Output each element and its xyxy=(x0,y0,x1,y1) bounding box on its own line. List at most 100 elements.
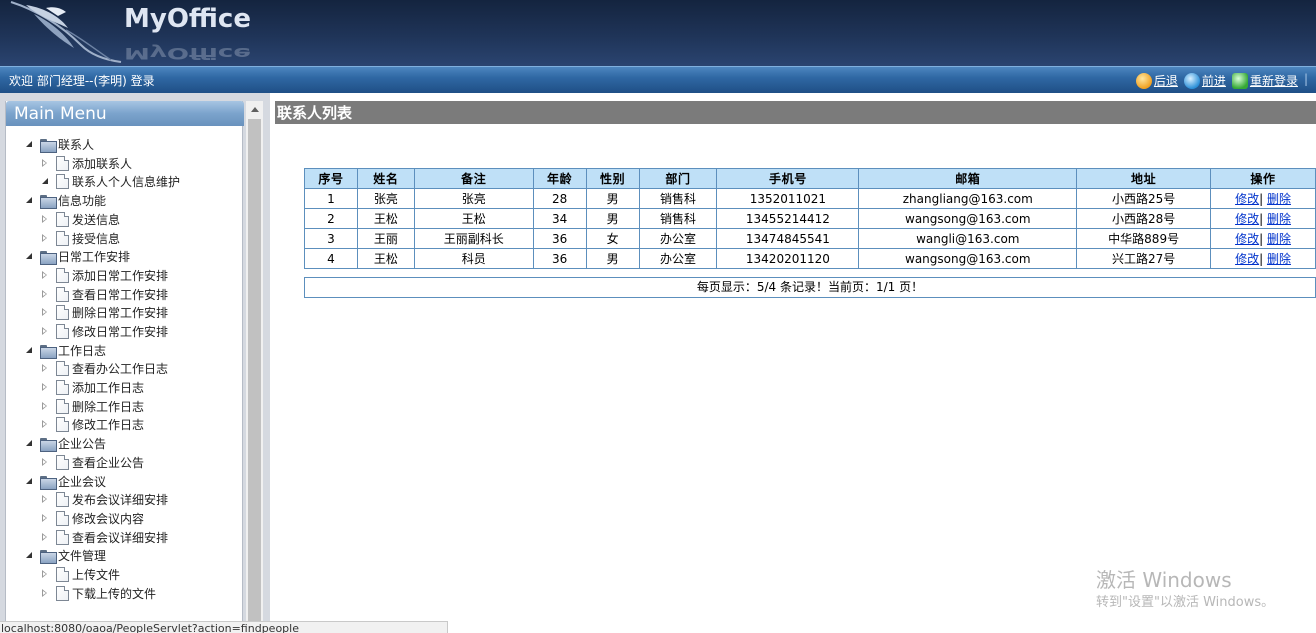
collapsed-arrow-icon[interactable] xyxy=(42,327,48,335)
menu-item[interactable]: 查看企业公告 xyxy=(42,453,144,471)
scroll-up-arrow-icon[interactable] xyxy=(246,101,263,118)
cell-department: 销售科 xyxy=(638,188,718,209)
menu-item[interactable]: 添加工作日志 xyxy=(42,378,144,396)
welcome-text: 欢迎 部门经理--(李明) 登录 xyxy=(9,74,155,88)
menu-item[interactable]: 查看办公工作日志 xyxy=(42,359,168,377)
edit-link[interactable]: 修改 xyxy=(1235,192,1259,206)
app-header: MyOffice MyOffice xyxy=(0,0,1316,66)
cell-actions: 修改| 删除 xyxy=(1210,208,1316,229)
collapsed-arrow-icon[interactable] xyxy=(42,589,48,597)
menu-item-label: 添加日常工作安排 xyxy=(72,268,169,283)
menu-item[interactable]: 修改工作日志 xyxy=(42,415,144,433)
menu-group[interactable]: 日常工作安排 xyxy=(26,247,130,265)
page-icon xyxy=(56,286,69,302)
menu-item[interactable]: 发送信息 xyxy=(42,210,120,228)
menu-item[interactable]: 下载上传的文件 xyxy=(42,584,156,602)
menu-item[interactable]: 删除工作日志 xyxy=(42,397,144,415)
delete-link[interactable]: 删除 xyxy=(1267,232,1291,246)
menu-item-label: 删除日常工作安排 xyxy=(72,305,169,320)
menu-item[interactable]: 联系人个人信息维护 xyxy=(42,172,180,190)
menu-group[interactable]: 信息功能 xyxy=(26,191,106,209)
table-row: 3 王丽 王丽副科长 36 女办公室 13474845541 wangli@163.com 中… xyxy=(304,228,1316,249)
main-menu-title: Main Menu xyxy=(6,101,244,126)
back-link[interactable]: 后退 xyxy=(1135,72,1178,89)
collapsed-arrow-icon[interactable] xyxy=(42,514,48,522)
collapsed-arrow-icon[interactable] xyxy=(42,290,48,298)
page-icon xyxy=(56,155,69,171)
page-icon xyxy=(56,510,69,526)
sidebar-scrollbar[interactable] xyxy=(246,101,263,633)
menu-item[interactable]: 查看日常工作安排 xyxy=(42,285,168,303)
collapsed-arrow-icon[interactable] xyxy=(42,234,48,242)
folder-icon xyxy=(40,475,57,490)
action-separator: | xyxy=(1259,232,1264,246)
collapsed-arrow-icon[interactable] xyxy=(42,402,48,410)
cell-remark: 科员 xyxy=(413,248,534,269)
edit-link[interactable]: 修改 xyxy=(1235,212,1259,226)
collapsed-arrow-icon[interactable] xyxy=(42,458,48,466)
menu-group[interactable]: 工作日志 xyxy=(26,341,106,359)
expanded-arrow-icon[interactable] xyxy=(26,141,32,147)
action-separator: | xyxy=(1259,252,1264,266)
delete-link[interactable]: 删除 xyxy=(1267,212,1291,226)
activation-watermark-title: 激活 Windows xyxy=(1096,568,1232,592)
expanded-arrow-icon[interactable] xyxy=(26,478,32,484)
cell-name: 王松 xyxy=(356,208,415,229)
collapsed-arrow-icon[interactable] xyxy=(42,495,48,503)
edit-link[interactable]: 修改 xyxy=(1235,252,1259,266)
menu-group[interactable]: 企业公告 xyxy=(26,434,106,452)
relogin-link[interactable]: 重新登录 xyxy=(1231,72,1298,89)
menu-item[interactable]: 上传文件 xyxy=(42,565,120,583)
collapsed-arrow-icon[interactable] xyxy=(42,215,48,223)
cell-gender: 男 xyxy=(585,188,640,209)
collapsed-arrow-icon[interactable] xyxy=(42,420,48,428)
page-icon xyxy=(56,323,69,339)
expanded-arrow-icon[interactable] xyxy=(26,253,32,259)
menu-item[interactable]: 修改日常工作安排 xyxy=(42,322,168,340)
cell-mobile: 13420201120 xyxy=(716,248,860,269)
menu-item[interactable]: 接受信息 xyxy=(42,229,120,247)
menu-item[interactable]: 修改会议内容 xyxy=(42,509,144,527)
collapsed-arrow-icon[interactable] xyxy=(42,383,48,391)
edit-link[interactable]: 修改 xyxy=(1235,232,1259,246)
expanded-arrow-icon[interactable] xyxy=(26,552,32,558)
sidebar: Main Menu 联系人 添加联系人 联系人个人信息维护 信息功能发送信息接受信息日… xyxy=(0,93,270,633)
collapsed-arrow-icon[interactable] xyxy=(42,308,48,316)
forward-link[interactable]: 前进 xyxy=(1183,72,1226,89)
delete-link[interactable]: 删除 xyxy=(1267,192,1291,206)
cell-mobile: 1352011021 xyxy=(716,188,860,209)
main-menu-panel: Main Menu 联系人 添加联系人 联系人个人信息维护 信息功能发送信息接受信息日… xyxy=(5,101,244,633)
nav-links: 后退 前进 重新登录 | xyxy=(1135,72,1308,89)
menu-item[interactable]: 添加日常工作安排 xyxy=(42,266,168,284)
page-icon xyxy=(56,585,69,601)
menu-item[interactable]: 发布会议详细安排 xyxy=(42,490,168,508)
col-header-index: 序号 xyxy=(304,168,358,189)
menu-group[interactable]: 企业会议 xyxy=(26,472,106,490)
page-icon xyxy=(56,566,69,582)
delete-link[interactable]: 删除 xyxy=(1267,252,1291,266)
expanded-arrow-icon[interactable] xyxy=(26,197,32,203)
collapsed-arrow-icon[interactable] xyxy=(42,570,48,578)
collapsed-arrow-icon[interactable] xyxy=(42,364,48,372)
collapsed-arrow-icon[interactable] xyxy=(42,159,48,167)
contacts-table: 序号 姓名 备注 年龄 性别 部门 手机号 邮箱 地址 操作 1 张亮 张亮 28 男销… xyxy=(304,168,1316,269)
nav-separator: | xyxy=(1303,72,1308,86)
pagination-info: 每页显示：5/4 条记录！当前页：1/1 页！ xyxy=(304,277,1316,298)
forward-label: 前进 xyxy=(1201,74,1226,88)
cell-email: wangsong@163.com xyxy=(858,248,1078,269)
menu-item-label: 发送信息 xyxy=(72,212,121,227)
menu-item[interactable]: 添加联系人 xyxy=(42,154,132,172)
cell-name: 王松 xyxy=(356,248,415,269)
menu-item[interactable]: 删除日常工作安排 xyxy=(42,303,168,321)
top-nav-bar: 欢迎 部门经理--(李明) 登录 后退 前进 重新登录 | xyxy=(0,66,1316,93)
menu-group[interactable]: 联系人 xyxy=(26,135,94,153)
scrollbar-thumb[interactable] xyxy=(248,119,261,629)
menu-group[interactable]: 文件管理 xyxy=(26,546,106,564)
menu-item[interactable]: 查看会议详细安排 xyxy=(42,528,168,546)
cell-index: 2 xyxy=(304,208,358,229)
collapsed-arrow-icon[interactable] xyxy=(42,271,48,279)
expanded-arrow-icon[interactable] xyxy=(26,347,32,353)
collapsed-arrow-icon[interactable] xyxy=(42,533,48,541)
expanded-arrow-icon[interactable] xyxy=(26,440,32,446)
expanded-arrow-icon[interactable] xyxy=(42,178,48,184)
